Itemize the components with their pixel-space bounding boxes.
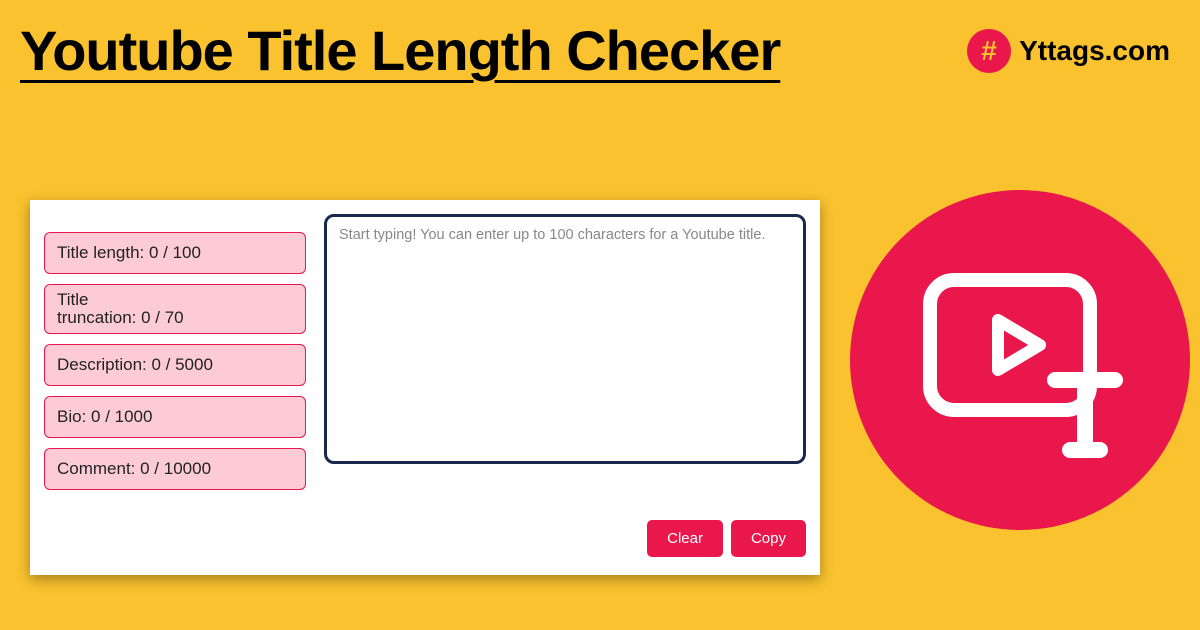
header: Youtube Title Length Checker # Yttags.co…	[0, 0, 1200, 83]
logo-circle	[850, 190, 1190, 530]
video-title-icon	[910, 250, 1130, 470]
input-area	[324, 214, 806, 490]
page-title: Youtube Title Length Checker	[20, 18, 780, 83]
counters-column: Title length: 0 / 100 Title truncation: …	[44, 214, 306, 490]
brand-text: Yttags.com	[1019, 35, 1170, 67]
hashtag-icon: #	[967, 29, 1011, 73]
brand: # Yttags.com	[967, 29, 1170, 73]
counter-title-truncation-line1: Title	[57, 290, 89, 309]
counter-comment: Comment: 0 / 10000	[44, 448, 306, 490]
tool-card: Title length: 0 / 100 Title truncation: …	[30, 200, 820, 575]
buttons-row: Clear Copy	[44, 520, 806, 557]
counter-title-truncation: Title truncation: 0 / 70	[44, 284, 306, 334]
counter-bio: Bio: 0 / 1000	[44, 396, 306, 438]
counter-title-length: Title length: 0 / 100	[44, 232, 306, 274]
counter-title-truncation-line2: truncation: 0 / 70	[57, 308, 184, 327]
counter-description: Description: 0 / 5000	[44, 344, 306, 386]
copy-button[interactable]: Copy	[731, 520, 806, 557]
title-input[interactable]	[324, 214, 806, 464]
clear-button[interactable]: Clear	[647, 520, 723, 557]
